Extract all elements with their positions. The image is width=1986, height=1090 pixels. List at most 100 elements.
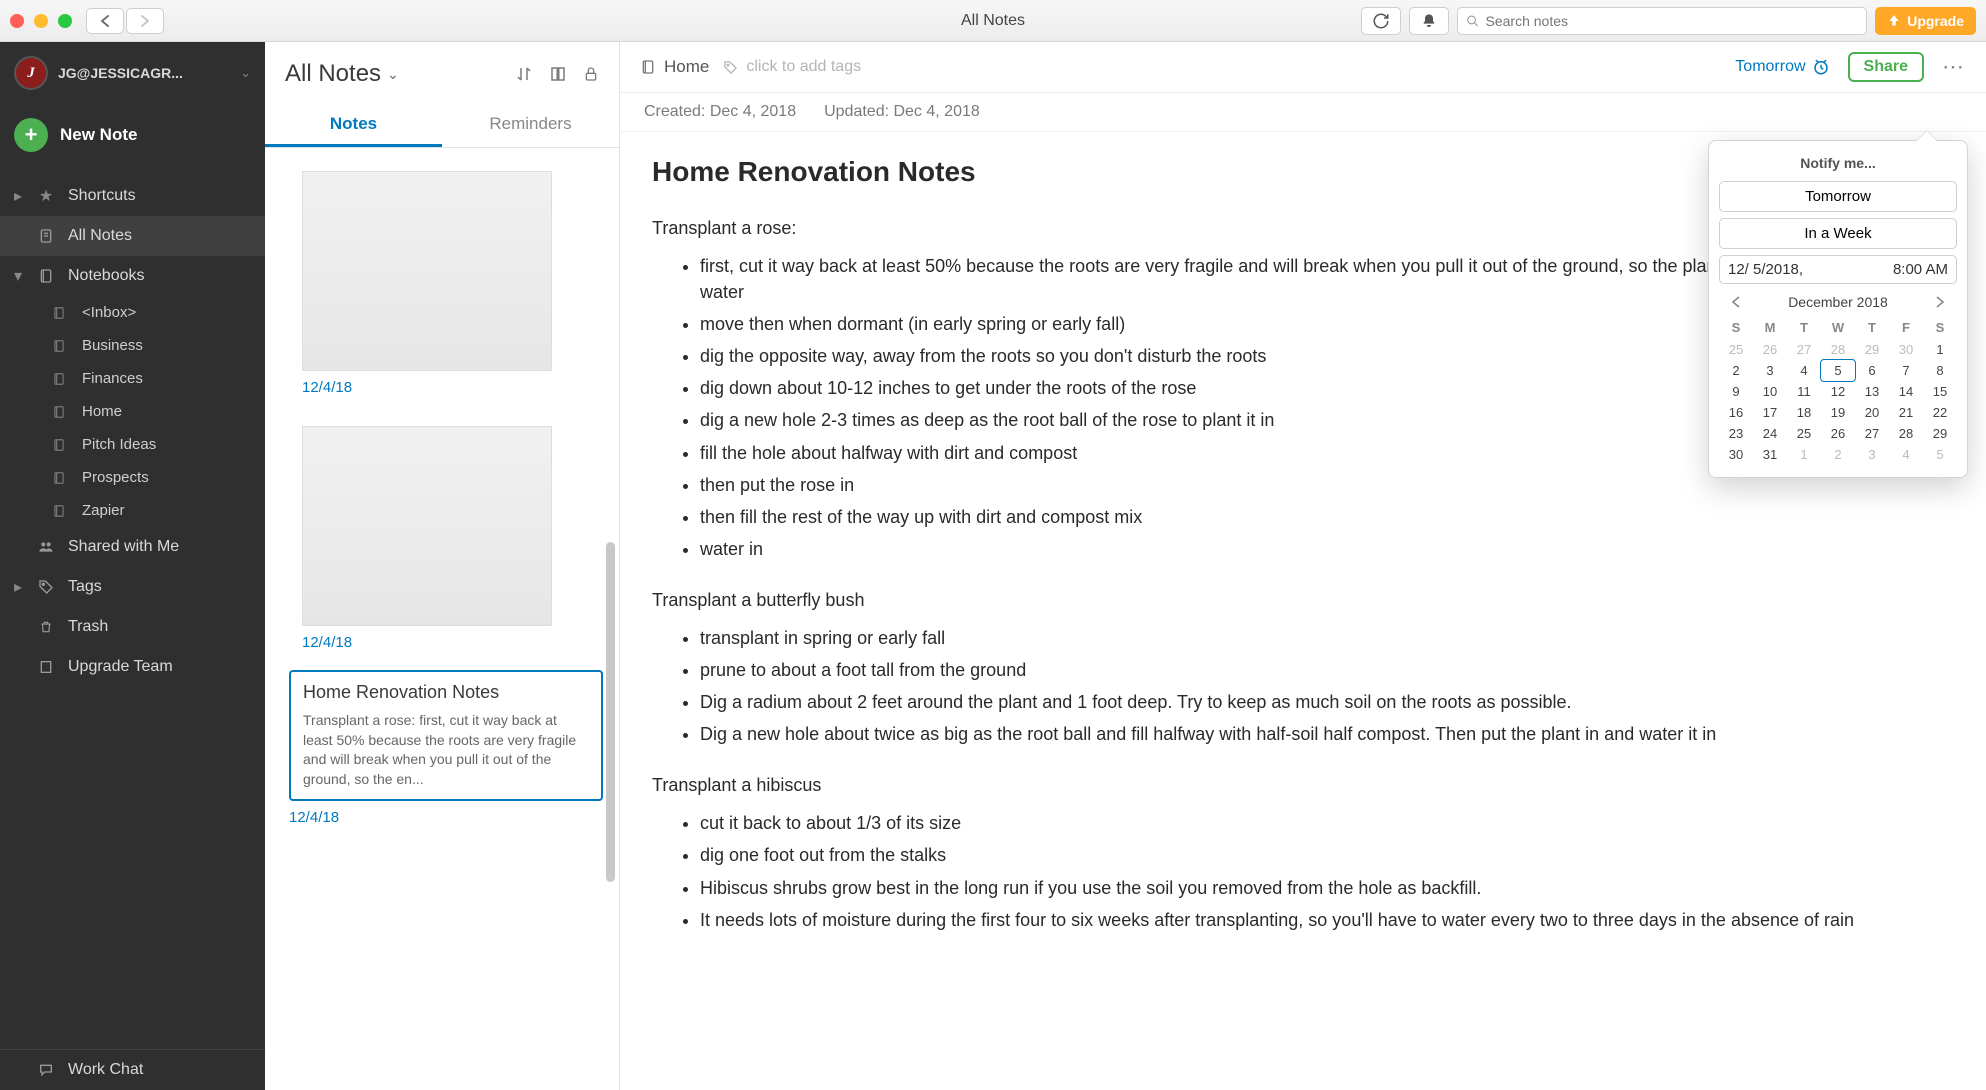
calendar-day[interactable]: 26 bbox=[1753, 339, 1787, 360]
lock-icon[interactable] bbox=[583, 65, 599, 83]
calendar-day[interactable]: 29 bbox=[1923, 423, 1957, 444]
calendar-prev-button[interactable] bbox=[1725, 294, 1747, 310]
calendar-day[interactable]: 1 bbox=[1923, 339, 1957, 360]
sidebar-item-shortcuts[interactable]: ▸ ★ Shortcuts bbox=[0, 176, 265, 216]
sidebar-notebook-item[interactable]: Business bbox=[0, 329, 265, 362]
calendar-day[interactable]: 20 bbox=[1855, 402, 1889, 423]
calendar-day[interactable]: 24 bbox=[1753, 423, 1787, 444]
calendar-day[interactable]: 28 bbox=[1821, 339, 1855, 360]
calendar-day[interactable]: 18 bbox=[1787, 402, 1821, 423]
calendar-day[interactable]: 14 bbox=[1889, 381, 1923, 402]
calendar-day[interactable]: 25 bbox=[1787, 423, 1821, 444]
sidebar-item-upgrade-team[interactable]: ▸ Upgrade Team bbox=[0, 647, 265, 687]
share-button[interactable]: Share bbox=[1848, 52, 1924, 82]
calendar-day[interactable]: 22 bbox=[1923, 402, 1957, 423]
sidebar-notebook-item[interactable]: Zapier bbox=[0, 494, 265, 527]
calendar-day[interactable]: 23 bbox=[1719, 423, 1753, 444]
sidebar-notebook-item[interactable]: Home bbox=[0, 395, 265, 428]
calendar-day[interactable]: 12 bbox=[1821, 381, 1855, 402]
sidebar-notebook-item[interactable]: <Inbox> bbox=[0, 296, 265, 329]
calendar-day[interactable]: 25 bbox=[1719, 339, 1753, 360]
calendar-day[interactable]: 13 bbox=[1855, 381, 1889, 402]
sort-icon[interactable] bbox=[515, 65, 533, 83]
sidebar-item-all-notes[interactable]: ▸ All Notes bbox=[0, 216, 265, 256]
calendar-day[interactable]: 5 bbox=[1923, 444, 1957, 465]
calendar-day[interactable]: 15 bbox=[1923, 381, 1957, 402]
calendar-day[interactable]: 16 bbox=[1719, 402, 1753, 423]
nav-back-button[interactable] bbox=[86, 8, 124, 34]
close-window-button[interactable] bbox=[10, 14, 24, 28]
calendar-day[interactable]: 29 bbox=[1855, 339, 1889, 360]
more-menu-button[interactable]: ⋯ bbox=[1942, 54, 1966, 80]
calendar-day[interactable]: 6 bbox=[1855, 360, 1889, 381]
notebook-icon bbox=[52, 437, 70, 453]
sidebar-notebook-item[interactable]: Prospects bbox=[0, 461, 265, 494]
reminder-week-button[interactable]: In a Week bbox=[1719, 218, 1957, 249]
upgrade-button[interactable]: Upgrade bbox=[1875, 7, 1976, 35]
new-note-button[interactable]: + New Note bbox=[0, 104, 265, 166]
note-list-title-dropdown[interactable]: All Notes ⌄ bbox=[285, 60, 399, 88]
section-heading: Transplant a hibiscus bbox=[652, 775, 1954, 796]
sidebar-item-tags[interactable]: ▸ Tags bbox=[0, 567, 265, 607]
sidebar-notebook-item[interactable]: Pitch Ideas bbox=[0, 428, 265, 461]
calendar-day[interactable]: 30 bbox=[1889, 339, 1923, 360]
minimize-window-button[interactable] bbox=[34, 14, 48, 28]
search-input-wrapper[interactable] bbox=[1457, 7, 1867, 35]
calendar-day[interactable]: 8 bbox=[1923, 360, 1957, 381]
note-list-body[interactable]: 12/4/1812/4/18Home Renovation NotesTrans… bbox=[265, 148, 619, 1090]
calendar-day[interactable]: 19 bbox=[1821, 402, 1855, 423]
notebook-selector[interactable]: Home bbox=[640, 57, 709, 77]
calendar-day[interactable]: 9 bbox=[1719, 381, 1753, 402]
account-switcher[interactable]: J JG@JESSICAGR... ⌄ bbox=[0, 42, 265, 104]
plus-icon: + bbox=[14, 118, 48, 152]
tab-reminders[interactable]: Reminders bbox=[442, 104, 619, 147]
calendar-day[interactable]: 28 bbox=[1889, 423, 1923, 444]
calendar-day[interactable]: 27 bbox=[1787, 339, 1821, 360]
note-card[interactable]: 12/4/18 bbox=[289, 415, 603, 662]
calendar-dow: T bbox=[1787, 316, 1821, 339]
trash-icon bbox=[36, 619, 56, 635]
tab-notes[interactable]: Notes bbox=[265, 104, 442, 147]
calendar-day[interactable]: 26 bbox=[1821, 423, 1855, 444]
reminder-tomorrow-button[interactable]: Tomorrow bbox=[1719, 181, 1957, 212]
sidebar-notebook-item[interactable]: Finances bbox=[0, 362, 265, 395]
note-thumbnail bbox=[302, 171, 552, 371]
calendar-day[interactable]: 4 bbox=[1889, 444, 1923, 465]
notifications-button[interactable] bbox=[1409, 7, 1449, 35]
view-icon[interactable] bbox=[549, 65, 567, 83]
calendar-day[interactable]: 7 bbox=[1889, 360, 1923, 381]
sidebar-item-shared[interactable]: ▸ Shared with Me bbox=[0, 527, 265, 567]
sync-button[interactable] bbox=[1361, 7, 1401, 35]
calendar-day[interactable]: 21 bbox=[1889, 402, 1923, 423]
account-avatar: J bbox=[14, 56, 48, 90]
calendar-next-button[interactable] bbox=[1929, 294, 1951, 310]
calendar-day[interactable]: 1 bbox=[1787, 444, 1821, 465]
calendar-day[interactable]: 3 bbox=[1855, 444, 1889, 465]
calendar-day[interactable]: 11 bbox=[1787, 381, 1821, 402]
note-card[interactable]: 12/4/18 bbox=[289, 160, 603, 407]
calendar-day[interactable]: 17 bbox=[1753, 402, 1787, 423]
maximize-window-button[interactable] bbox=[58, 14, 72, 28]
calendar-day[interactable]: 3 bbox=[1753, 360, 1787, 381]
note-card[interactable]: Home Renovation NotesTransplant a rose: … bbox=[289, 670, 603, 801]
calendar-day[interactable]: 27 bbox=[1855, 423, 1889, 444]
reminder-button[interactable]: Tomorrow bbox=[1735, 58, 1829, 76]
calendar-day[interactable]: 31 bbox=[1753, 444, 1787, 465]
calendar-day[interactable]: 4 bbox=[1787, 360, 1821, 381]
sidebar-item-notebooks[interactable]: ▾ Notebooks bbox=[0, 256, 265, 296]
clock-icon bbox=[1812, 58, 1830, 76]
calendar-day[interactable]: 10 bbox=[1753, 381, 1787, 402]
scrollbar-thumb[interactable] bbox=[606, 542, 615, 882]
sidebar-item-work-chat[interactable]: ▸ Work Chat bbox=[0, 1050, 265, 1090]
calendar-day[interactable]: 5 bbox=[1821, 360, 1855, 381]
calendar-day[interactable]: 2 bbox=[1719, 360, 1753, 381]
upgrade-label: Upgrade bbox=[1907, 13, 1964, 29]
tag-input-area[interactable]: click to add tags bbox=[723, 58, 861, 76]
nav-forward-button[interactable] bbox=[126, 8, 164, 34]
calendar-day[interactable]: 30 bbox=[1719, 444, 1753, 465]
window-controls bbox=[10, 14, 72, 28]
sidebar-item-trash[interactable]: ▸ Trash bbox=[0, 607, 265, 647]
search-input[interactable] bbox=[1486, 13, 1859, 29]
calendar-day[interactable]: 2 bbox=[1821, 444, 1855, 465]
reminder-datetime-input[interactable]: 12/ 5/2018, 8:00 AM bbox=[1719, 255, 1957, 284]
